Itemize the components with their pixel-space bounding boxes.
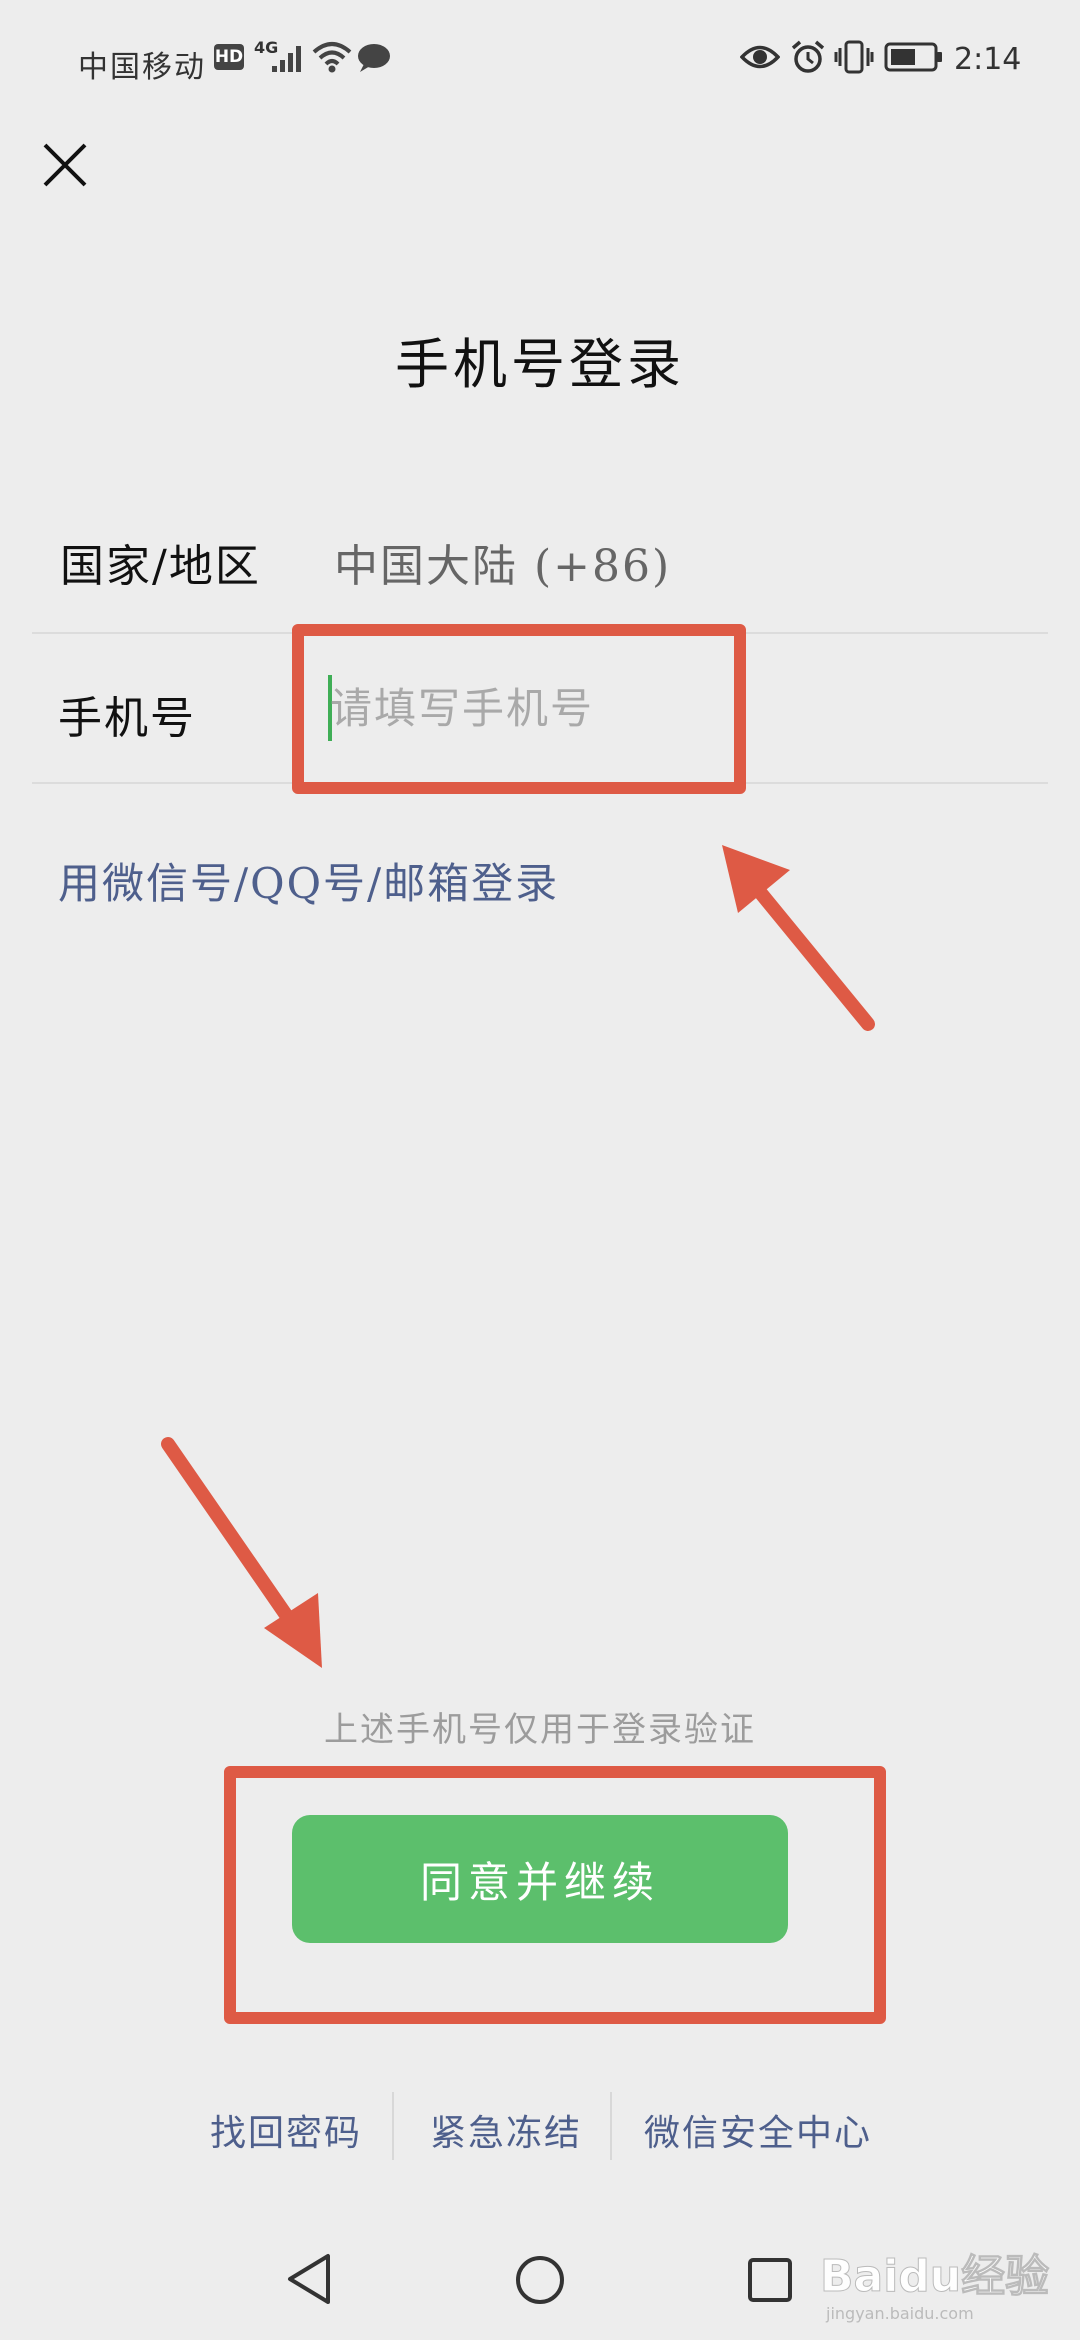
battery-icon — [884, 42, 942, 72]
page-title: 手机号登录 — [395, 333, 685, 396]
footer-link-emergency-freeze[interactable]: 紧急冻结 — [430, 2104, 582, 2156]
nav-back-icon[interactable] — [284, 2252, 334, 2306]
footer-link-recover-password[interactable]: 找回密码 — [210, 2104, 362, 2156]
carrier-name: 中国移动 — [78, 50, 206, 85]
eye-icon — [740, 45, 780, 69]
vibrate-icon — [834, 40, 874, 74]
alt-login-link[interactable]: 用微信号/QQ号/邮箱登录 — [58, 850, 559, 911]
region-label: 国家/地区 — [60, 541, 261, 592]
annotation-box-phone — [292, 624, 746, 794]
signal-icon — [272, 46, 301, 72]
nav-recents-icon[interactable] — [746, 2256, 794, 2304]
footer-separator — [610, 2092, 612, 2160]
phone-label: 手机号 — [58, 693, 196, 744]
footer-link-security-center[interactable]: 微信安全中心 — [644, 2104, 872, 2156]
annotation-arrow-down — [161, 1437, 322, 1668]
disclaimer-text: 上述手机号仅用于登录验证 — [324, 1710, 756, 1750]
close-icon — [43, 143, 87, 187]
nav-home-icon[interactable] — [514, 2254, 566, 2306]
hd-badge: HD — [214, 44, 244, 70]
clock: 2:14 — [954, 42, 1022, 77]
footer-separator — [392, 2092, 394, 2160]
status-bar: 中国移动 HD 4G 2:14 — [0, 0, 1080, 120]
region-row[interactable]: 国家/地区 中国大陆 (+86) — [32, 530, 1048, 630]
alarm-icon — [791, 40, 825, 73]
message-icon — [358, 44, 390, 72]
wifi-icon — [312, 42, 352, 73]
annotation-box-button — [224, 1766, 886, 2024]
nav-bar — [0, 2200, 1080, 2340]
close-button[interactable] — [40, 140, 90, 190]
region-value: 中国大陆 (+86) — [334, 541, 672, 592]
annotation-arrow-up — [722, 845, 875, 1031]
